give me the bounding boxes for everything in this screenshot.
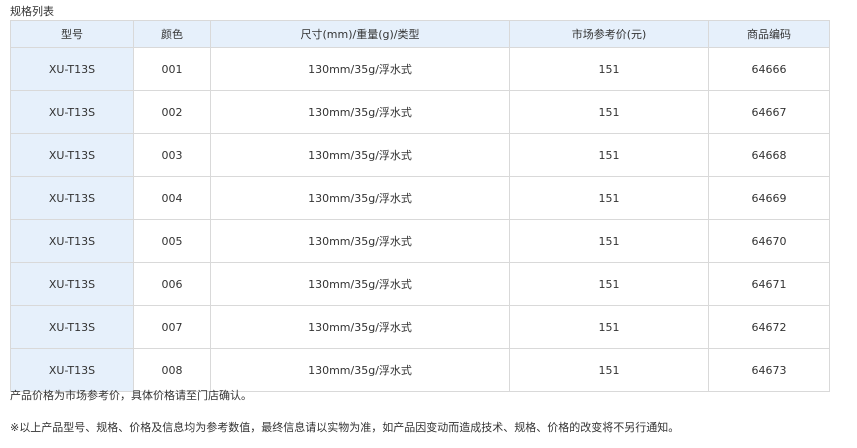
header-market-price: 市场参考价(元) xyxy=(509,20,709,48)
table-row: XU-T13S 004 130mm/35g/浮水式 151 64669 xyxy=(10,176,830,220)
cell-product-code: 64670 xyxy=(708,219,830,263)
spec-table: 型号 颜色 尺寸(mm)/重量(g)/类型 市场参考价(元) 商品编码 XU-T… xyxy=(10,20,830,392)
cell-model: XU-T13S xyxy=(10,176,134,220)
cell-model: XU-T13S xyxy=(10,305,134,349)
cell-product-code: 64666 xyxy=(708,47,830,91)
cell-color: 004 xyxy=(133,176,211,220)
cell-color: 001 xyxy=(133,47,211,91)
cell-model: XU-T13S xyxy=(10,219,134,263)
table-row: XU-T13S 005 130mm/35g/浮水式 151 64670 xyxy=(10,219,830,263)
cell-size-weight-type: 130mm/35g/浮水式 xyxy=(210,348,510,392)
cell-product-code: 64671 xyxy=(708,262,830,306)
cell-model: XU-T13S xyxy=(10,47,134,91)
header-model: 型号 xyxy=(10,20,134,48)
cell-market-price: 151 xyxy=(509,176,709,220)
header-row: 型号 颜色 尺寸(mm)/重量(g)/类型 市场参考价(元) 商品编码 xyxy=(10,20,830,48)
cell-color: 005 xyxy=(133,219,211,263)
table-row: XU-T13S 008 130mm/35g/浮水式 151 64673 xyxy=(10,348,830,392)
cell-model: XU-T13S xyxy=(10,262,134,306)
table-row: XU-T13S 002 130mm/35g/浮水式 151 64667 xyxy=(10,90,830,134)
cell-model: XU-T13S xyxy=(10,348,134,392)
cell-product-code: 64673 xyxy=(708,348,830,392)
cell-market-price: 151 xyxy=(509,262,709,306)
cell-color: 008 xyxy=(133,348,211,392)
section-title: 规格列表 xyxy=(10,5,54,18)
cell-size-weight-type: 130mm/35g/浮水式 xyxy=(210,262,510,306)
cell-market-price: 151 xyxy=(509,47,709,91)
table-row: XU-T13S 003 130mm/35g/浮水式 151 64668 xyxy=(10,133,830,177)
cell-color: 003 xyxy=(133,133,211,177)
cell-market-price: 151 xyxy=(509,305,709,349)
header-color: 颜色 xyxy=(133,20,211,48)
table-row: XU-T13S 001 130mm/35g/浮水式 151 64666 xyxy=(10,47,830,91)
price-note: 产品价格为市场参考价，具体价格请至门店确认。 xyxy=(10,389,252,402)
cell-product-code: 64672 xyxy=(708,305,830,349)
cell-color: 006 xyxy=(133,262,211,306)
cell-market-price: 151 xyxy=(509,219,709,263)
spec-table-header: 型号 颜色 尺寸(mm)/重量(g)/类型 市场参考价(元) 商品编码 xyxy=(10,20,830,48)
cell-size-weight-type: 130mm/35g/浮水式 xyxy=(210,133,510,177)
header-size-weight-type: 尺寸(mm)/重量(g)/类型 xyxy=(210,20,510,48)
cell-size-weight-type: 130mm/35g/浮水式 xyxy=(210,219,510,263)
table-row: XU-T13S 007 130mm/35g/浮水式 151 64672 xyxy=(10,305,830,349)
disclaimer-note: ※以上产品型号、规格、价格及信息均为参考数值，最终信息请以实物为准，如产品因变动… xyxy=(10,421,680,434)
cell-market-price: 151 xyxy=(509,348,709,392)
cell-model: XU-T13S xyxy=(10,133,134,177)
cell-color: 007 xyxy=(133,305,211,349)
cell-product-code: 64667 xyxy=(708,90,830,134)
cell-product-code: 64669 xyxy=(708,176,830,220)
cell-model: XU-T13S xyxy=(10,90,134,134)
cell-product-code: 64668 xyxy=(708,133,830,177)
cell-size-weight-type: 130mm/35g/浮水式 xyxy=(210,176,510,220)
cell-market-price: 151 xyxy=(509,90,709,134)
cell-color: 002 xyxy=(133,90,211,134)
cell-market-price: 151 xyxy=(509,133,709,177)
spec-table-body: XU-T13S 001 130mm/35g/浮水式 151 64666 XU-T… xyxy=(10,47,830,392)
cell-size-weight-type: 130mm/35g/浮水式 xyxy=(210,90,510,134)
cell-size-weight-type: 130mm/35g/浮水式 xyxy=(210,305,510,349)
cell-size-weight-type: 130mm/35g/浮水式 xyxy=(210,47,510,91)
table-row: XU-T13S 006 130mm/35g/浮水式 151 64671 xyxy=(10,262,830,306)
header-product-code: 商品编码 xyxy=(708,20,830,48)
